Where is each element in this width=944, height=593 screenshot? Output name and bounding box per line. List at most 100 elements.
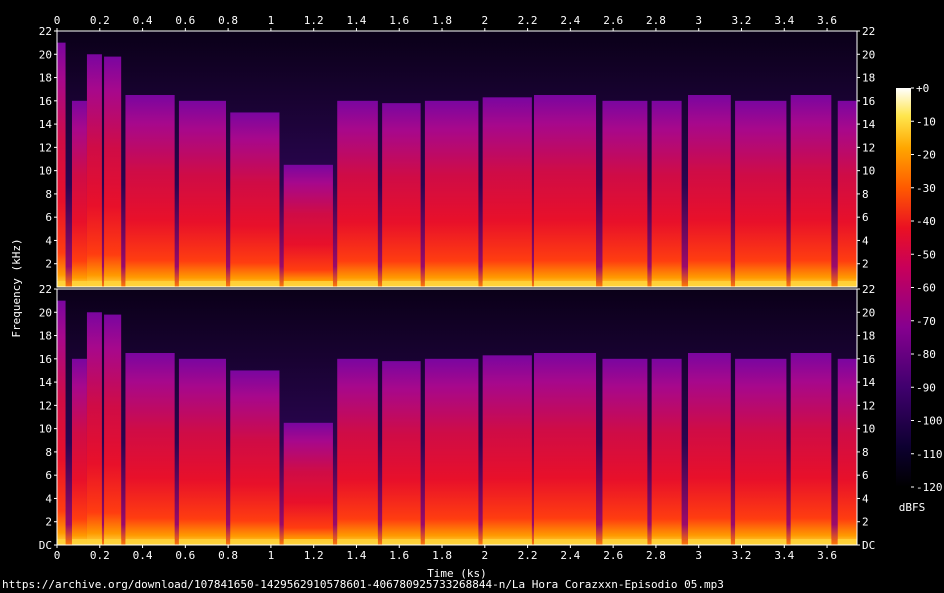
low-frequency-band-left-2: [71, 281, 87, 287]
y-tick-label-left: 2: [45, 258, 52, 271]
y-tick-label-right: 4: [862, 234, 869, 247]
y-tick-label-right: 6: [862, 211, 869, 224]
spectrogram-segment-left-11: [424, 100, 479, 288]
y-tick-label-right: 20: [862, 306, 875, 319]
y-axis-label: Frequency (kHz): [10, 238, 23, 337]
spectrogram-segment-right-17: [735, 358, 787, 545]
low-frequency-band-right-10: [382, 539, 421, 545]
spectrogram-segment-right-15: [651, 358, 682, 545]
low-frequency-band-left-10: [382, 281, 421, 287]
spectrogram-segment-left-18: [790, 95, 832, 287]
x-tick-label-top: 0.8: [218, 14, 238, 27]
low-frequency-band-left-11: [424, 281, 479, 287]
low-frequency-band-right-8: [283, 539, 333, 545]
x-tick-label-bottom: 0.4: [133, 549, 153, 562]
y-tick-label-right: 10: [862, 423, 875, 436]
y-tick-label-left: 10: [39, 423, 52, 436]
y-tick-label-left: 8: [45, 446, 52, 459]
x-tick-label-bottom: 3.6: [817, 549, 837, 562]
x-tick-label-top: 0: [54, 14, 61, 27]
low-frequency-band-left-19: [837, 281, 857, 287]
x-tick-label-top: 2.2: [518, 14, 538, 27]
y-tick-label-left: 6: [45, 211, 52, 224]
low-frequency-band-right-18: [790, 539, 832, 545]
spectrogram-segment-left-12: [482, 97, 532, 287]
colorbar-tick-label: -50: [916, 248, 936, 261]
spectrogram-segment-right-4: [104, 314, 122, 545]
x-tick-label-bottom: 1.6: [389, 549, 409, 562]
spectrogram-segment-left-10: [382, 103, 421, 288]
y-tick-label-right: 14: [862, 376, 876, 389]
x-tick-label-top: 1.6: [389, 14, 409, 27]
low-frequency-band-right-15: [651, 539, 682, 545]
spectrogram-figure: 0 0.2 0.4 0.6 0.8 1 1.2 1.4 1.6 1.8 2 2.2 2.4 2.6 2.8 3…: [10, 14, 943, 580]
x-tick-label-bottom: 2: [481, 549, 488, 562]
x-tick-label-top: 2.4: [560, 14, 580, 27]
spectrogram-segment-left-3: [86, 54, 102, 287]
low-frequency-band-right-12: [482, 539, 532, 545]
y-tick-label-right: 22: [862, 25, 875, 38]
colorbar-tick-label: -20: [916, 149, 936, 162]
y-tick-label-right: 16: [862, 353, 875, 366]
y-tick-label-right: 12: [862, 399, 875, 412]
source-url: https://archive.org/download/107841650-1…: [2, 578, 724, 591]
low-frequency-band-right-6: [178, 539, 226, 545]
colorbar-tick-label: -100: [916, 415, 943, 428]
x-axis-top: 0 0.2 0.4 0.6 0.8 1 1.2 1.4 1.6 1.8 2 2.2 2.4 2.6 2.8 3…: [54, 14, 837, 31]
x-tick-label-top: 2.6: [603, 14, 623, 27]
low-frequency-band-left-7: [230, 281, 280, 287]
x-tick-label-bottom: 0: [54, 549, 61, 562]
x-tick-label-top: 1.2: [304, 14, 324, 27]
low-frequency-band-left-6: [178, 281, 226, 287]
x-tick-label-bottom: 3.4: [774, 549, 794, 562]
spectrogram-segment-left-5: [125, 95, 175, 287]
spectrogram-segment-right-5: [125, 353, 175, 545]
low-frequency-band-left-3: [86, 281, 102, 287]
low-frequency-band-right-7: [230, 539, 280, 545]
spectrogram-segment-right-13: [534, 353, 597, 545]
low-frequency-band-right-1: [57, 539, 66, 545]
low-frequency-band-left-8: [283, 281, 333, 287]
colorbar-tick-label: -120: [916, 481, 943, 494]
y-tick-label-left: 22: [39, 283, 52, 296]
x-tick-label-top: 0.6: [175, 14, 195, 27]
low-frequency-band-right-14: [602, 539, 648, 545]
y-tick-label-right: 18: [862, 72, 875, 85]
y-tick-label-right: 4: [862, 492, 869, 505]
spectrogram-segment-left-7: [230, 112, 280, 287]
low-frequency-band-right-4: [104, 539, 122, 545]
colorbar-tick-label: -10: [916, 115, 936, 128]
y-tick-label-right: 18: [862, 330, 875, 343]
low-frequency-band-left-14: [602, 281, 648, 287]
x-tick-label-bottom: 1.4: [347, 549, 367, 562]
x-tick-label-bottom: 1: [268, 549, 275, 562]
spectrogram-segment-left-9: [337, 100, 378, 288]
y-tick-label-left: 6: [45, 469, 52, 482]
low-frequency-band-right-17: [735, 539, 787, 545]
y-tick-label-left: 2: [45, 516, 52, 529]
y-tick-label-left: 16: [39, 353, 52, 366]
low-frequency-band-left-9: [337, 281, 378, 287]
spectrogram-segment-left-2: [71, 100, 87, 288]
y-tick-label-left: 4: [45, 234, 52, 247]
spectrogram-segment-left-4: [104, 56, 122, 287]
low-frequency-band-left-16: [688, 281, 731, 287]
spectrogram-segment-right-7: [230, 370, 280, 545]
spectrogram-panel-left-channel: [56, 30, 858, 288]
y-tick-label-left: 8: [45, 188, 52, 201]
colorbar-tick-label: -30: [916, 182, 936, 195]
x-tick-label-top: 2.8: [646, 14, 666, 27]
low-frequency-band-right-13: [534, 539, 597, 545]
y-tick-label-left: DC: [39, 539, 52, 552]
x-tick-label-bottom: 2.8: [646, 549, 666, 562]
spectrogram-segment-right-18: [790, 353, 832, 545]
colorbar-tick-label: -110: [916, 448, 943, 461]
x-tick-label-top: 0.2: [90, 14, 110, 27]
x-tick-label-bottom: 3: [695, 549, 702, 562]
x-tick-label-top: 3: [695, 14, 702, 27]
x-tick-label-top: 1.8: [432, 14, 452, 27]
low-frequency-band-right-9: [337, 539, 378, 545]
y-tick-label-right: 2: [862, 516, 869, 529]
low-frequency-band-right-5: [125, 539, 175, 545]
x-tick-label-top: 3.2: [732, 14, 752, 27]
